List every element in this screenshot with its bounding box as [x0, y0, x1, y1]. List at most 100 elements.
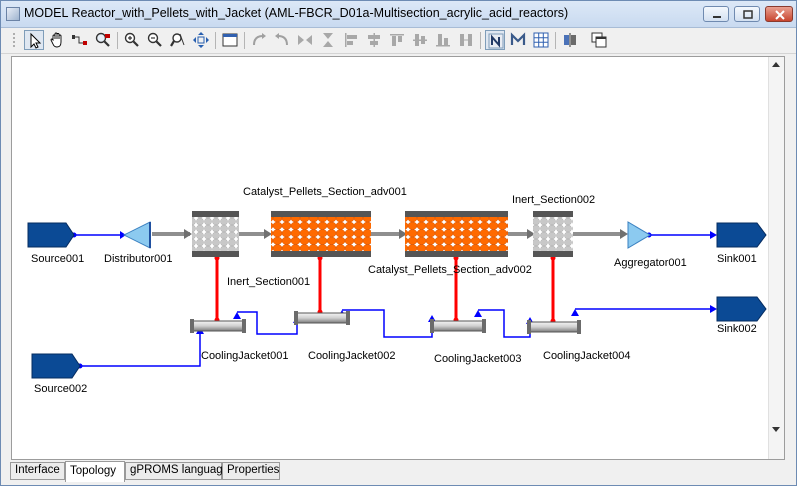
coolingjacket004-label: CoolingJacket004: [543, 350, 631, 362]
align-left-icon: [345, 33, 357, 47]
align-top-button[interactable]: [387, 30, 407, 50]
flip-vertical-icon: [323, 33, 333, 47]
grid-icon: [533, 32, 549, 48]
inert-section002-unit[interactable]: [533, 211, 573, 257]
fit-arrows-icon: [193, 32, 209, 48]
toggle-grid-button[interactable]: [531, 30, 551, 50]
sink001-unit[interactable]: [716, 222, 767, 248]
align-middle-icon: [413, 34, 427, 46]
aggregator001-label: Aggregator001: [614, 257, 687, 269]
zoom-out-icon: [147, 32, 162, 47]
maximize-button[interactable]: [734, 6, 760, 22]
sink001-label: Sink001: [717, 253, 757, 265]
coolingjacket004-unit[interactable]: [527, 320, 581, 334]
coolingjacket002-unit[interactable]: [294, 311, 350, 325]
zoom-out-button[interactable]: [145, 30, 165, 50]
zoom-region-icon: [95, 32, 110, 47]
split-view-icon: [564, 33, 576, 47]
rotate-right-icon: [275, 33, 288, 46]
catalyst-section-adv002-label: Catalyst_Pellets_Section_adv002: [368, 264, 532, 276]
window-title: MODEL Reactor_with_Pellets_with_Jacket (…: [24, 6, 569, 20]
sink002-label: Sink002: [717, 323, 757, 335]
select-pointer-button[interactable]: [24, 30, 44, 50]
flip-vertical-button[interactable]: [318, 30, 338, 50]
pan-button[interactable]: [47, 30, 67, 50]
zoom-reset-icon: [170, 33, 185, 47]
align-bottom-button[interactable]: [433, 30, 453, 50]
diagram-toolbar: [1, 28, 796, 54]
model-window: MODEL Reactor_with_Pellets_with_Jacket (…: [0, 0, 797, 486]
hand-icon: [50, 32, 62, 48]
inert-section001-label: Inert_Section001: [227, 276, 311, 288]
new-window-icon: [591, 32, 607, 48]
show-models-button[interactable]: [508, 30, 528, 50]
show-names-button[interactable]: [485, 30, 505, 50]
coolingjacket001-label: CoolingJacket001: [201, 350, 289, 362]
coolingjacket001-unit[interactable]: [190, 319, 246, 333]
stream-port-markers: [71, 231, 717, 369]
inert-section001-unit[interactable]: [192, 211, 239, 257]
aggregator001-unit[interactable]: [627, 221, 651, 249]
coolingjacket002-label: CoolingJacket002: [308, 350, 396, 362]
minimize-icon: [713, 16, 721, 18]
toolbar-separator: [215, 32, 216, 49]
align-center-button[interactable]: [364, 30, 384, 50]
coolingjacket003-label: CoolingJacket003: [434, 353, 522, 365]
distribute-button[interactable]: [456, 30, 476, 50]
close-icon: [775, 10, 785, 20]
rotate-left-icon: [253, 33, 266, 46]
catalyst-pellets-section-adv001-unit[interactable]: [271, 211, 371, 257]
source002-label: Source002: [34, 383, 88, 395]
connect-button[interactable]: [70, 30, 90, 50]
align-top-icon: [390, 34, 404, 46]
tab-topology[interactable]: Topology: [65, 461, 125, 482]
topology-canvas[interactable]: Source001 Distributor001 Inert_Section00…: [11, 56, 785, 460]
zoom-in-button[interactable]: [122, 30, 142, 50]
split-view-button[interactable]: [560, 30, 580, 50]
flip-horizontal-button[interactable]: [295, 30, 315, 50]
new-window-button[interactable]: [589, 30, 609, 50]
tab-interface[interactable]: Interface: [10, 462, 65, 480]
align-left-button[interactable]: [341, 30, 361, 50]
catalyst-section-adv001-label: Catalyst_Pellets_Section_adv001: [243, 186, 407, 198]
maximize-icon: [743, 10, 753, 19]
zoom-region-button[interactable]: [93, 30, 113, 50]
scroll-down-arrow-icon[interactable]: [771, 426, 781, 434]
connect-icon: [72, 35, 87, 45]
close-button[interactable]: [765, 6, 793, 22]
source001-unit[interactable]: [27, 222, 75, 248]
rotate-left-button[interactable]: [249, 30, 269, 50]
distributor001-label: Distributor001: [104, 253, 173, 265]
align-middle-button[interactable]: [410, 30, 430, 50]
window-view-button[interactable]: [220, 30, 240, 50]
distributor001-unit[interactable]: [122, 221, 151, 249]
toolbar-separator: [117, 32, 118, 49]
scroll-up-arrow-icon[interactable]: [771, 60, 781, 68]
source002-unit[interactable]: [31, 353, 81, 379]
rotate-right-button[interactable]: [272, 30, 292, 50]
align-bottom-icon: [436, 34, 450, 47]
catalyst-pellets-section-adv002-unit[interactable]: [405, 211, 508, 257]
toolbar-separator: [244, 32, 245, 49]
minimize-button[interactable]: [703, 6, 729, 22]
toolbar-separator: [480, 32, 481, 49]
m-letter-icon: [510, 32, 526, 45]
pointer-icon: [30, 32, 42, 49]
sink002-unit[interactable]: [716, 296, 767, 322]
flip-horizontal-icon: [298, 35, 312, 45]
model-window-icon: [6, 7, 20, 21]
tab-gproms-language[interactable]: gPROMS language: [125, 462, 229, 480]
n-letter-icon: [488, 33, 504, 49]
toolbar-grip-icon: [13, 33, 15, 47]
inert-section002-label: Inert_Section002: [512, 194, 596, 206]
source001-label: Source001: [31, 253, 85, 265]
vertical-scrollbar[interactable]: [768, 57, 784, 459]
tab-properties[interactable]: Properties: [222, 462, 280, 480]
toolbar-separator: [555, 32, 556, 49]
coolingjacket003-unit[interactable]: [430, 319, 486, 333]
zoom-reset-button[interactable]: [168, 30, 188, 50]
align-center-icon: [368, 33, 380, 47]
fit-to-window-button[interactable]: [191, 30, 211, 50]
window-view-icon: [222, 33, 238, 47]
title-bar[interactable]: MODEL Reactor_with_Pellets_with_Jacket (…: [1, 1, 796, 28]
